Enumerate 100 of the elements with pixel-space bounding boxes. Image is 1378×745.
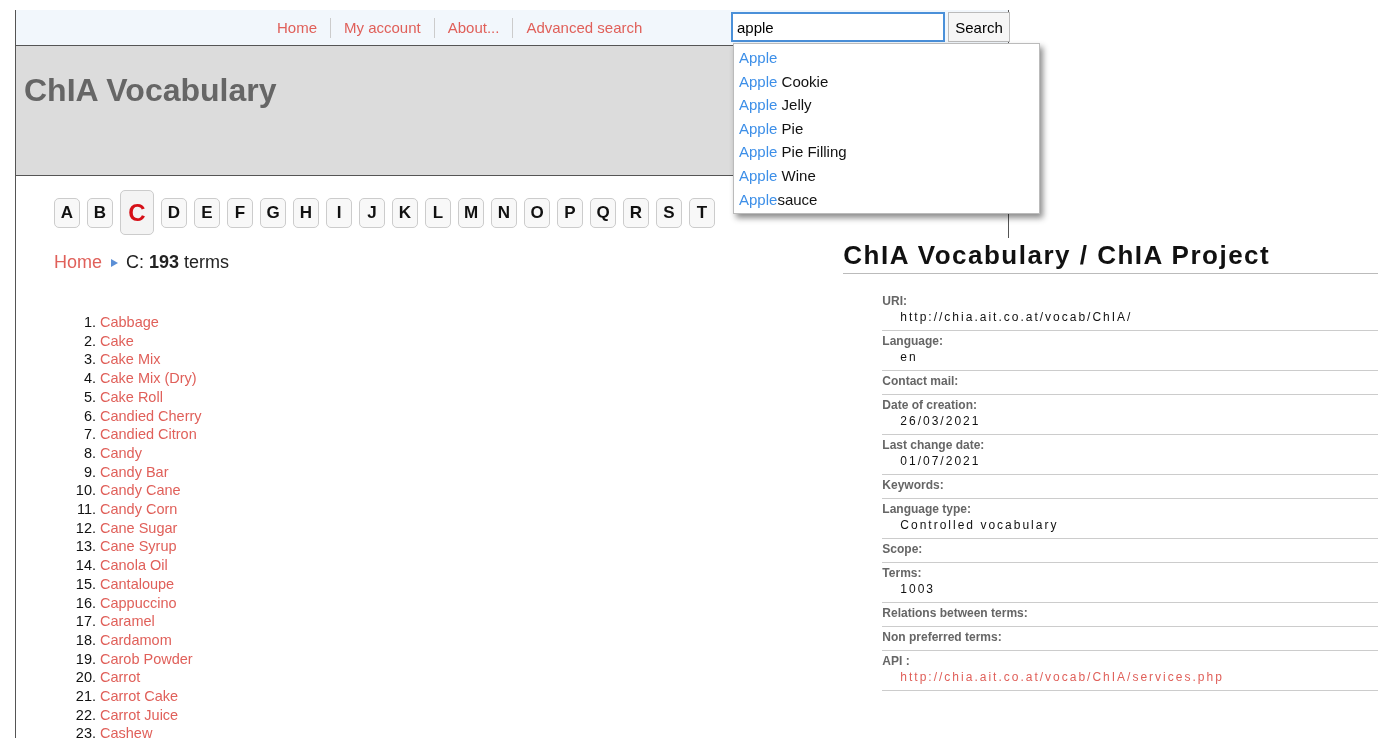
api-link[interactable]: http://chia.ait.co.at/vocab/ChIA/services.php [882,669,1224,685]
term-number: 11. [75,500,97,519]
letter-tab[interactable]: T [689,198,715,228]
breadcrumb-home-link[interactable]: Home [54,252,102,273]
letter-tab[interactable]: N [491,198,517,228]
term-number: 23. [74,724,97,744]
field-label: Language type: [882,502,973,517]
term-link[interactable]: Carrot Juice [100,705,179,725]
field-value: 1003 [899,581,936,597]
term-number: 5. [82,387,97,407]
term-number: 15. [74,574,97,594]
term-number: 1. [82,313,97,332]
nav-link[interactable]: Home [264,19,330,36]
term-link[interactable]: Cake Roll [100,387,163,407]
term-number: 19. [74,649,97,669]
term-number: 12. [74,518,97,538]
term-link[interactable]: Cake Mix (Dry) [100,369,197,388]
letter-tab[interactable]: F [227,198,253,228]
term-number: 8. [82,443,97,463]
nav-link[interactable]: My account [331,19,434,36]
field-value: 26/03/2021 [899,413,981,429]
term-link[interactable]: Candy Cane [100,481,181,501]
term-link[interactable]: Carrot [100,668,141,688]
term-link[interactable]: Candied Citron [100,425,197,444]
letter-tab[interactable]: O [524,198,550,228]
term-link[interactable]: Carob Powder [100,649,193,669]
term-link[interactable]: Cardamom [100,630,172,650]
letter-tab[interactable]: K [392,198,418,228]
nav-link[interactable]: About... [434,19,513,36]
letter-tab[interactable]: S [656,198,682,228]
term-link[interactable]: Cappuccino [100,593,177,613]
term-link[interactable]: Candy Corn [100,500,178,519]
breadcrumb-current: C: 193 terms [126,252,230,273]
term-link[interactable]: Candied Cherry [100,406,202,426]
term-link[interactable]: Caramel [100,612,155,631]
field-label: Date of creation: [882,398,979,413]
letter-tab[interactable]: Q [590,198,616,228]
field-value: 01/07/2021 [899,453,981,469]
term-link[interactable]: Candy [100,443,142,463]
letter-tab[interactable]: H [293,198,319,228]
field-label: Relations between terms: [882,606,1029,621]
letter-tab[interactable]: L [425,198,451,228]
field-label: Last change date: [882,438,986,453]
field-value: en [899,349,918,365]
letter-tab[interactable]: A [54,198,80,228]
site-title: ChIA Vocabulary [23,71,277,109]
suggestion-item[interactable]: Apple Pie Filling [734,140,1039,164]
letter-tab[interactable]: B [87,198,113,228]
suggestion-item[interactable]: Apple Wine [734,163,1039,188]
arrow-icon [110,258,118,267]
term-link[interactable]: Cashew [100,724,153,744]
letter-tab[interactable]: C [120,190,154,235]
field-value: Controlled vocabulary [899,517,1059,533]
term-number: 13. [74,537,97,557]
field-label: URI: [882,294,908,309]
term-number: 7. [82,425,97,444]
field-label: Scope: [882,542,924,557]
letter-tab[interactable]: D [161,198,187,228]
term-link[interactable]: Cake [100,331,134,351]
letter-tab[interactable]: J [359,198,385,228]
letter-tab[interactable]: M [458,198,484,228]
field-label: API : [882,654,911,669]
field-value: http://chia.ait.co.at/vocab/ChIA/ [899,309,1133,325]
letter-tab[interactable]: P [557,198,583,228]
term-link[interactable]: Cane Sugar [100,518,178,538]
suggestion-item[interactable]: Apple Cookie [734,69,1039,94]
term-number: 22. [74,705,97,725]
suggestion-item[interactable]: Apple [734,46,1039,70]
letter-tab[interactable]: G [260,198,286,228]
term-number: 3. [82,350,97,370]
term-link[interactable]: Candy Bar [100,462,169,482]
suggestion-item[interactable]: Applesauce [734,187,1039,212]
term-link[interactable]: Cabbage [100,313,159,332]
term-number: 10. [74,481,97,501]
letter-tab[interactable]: I [326,198,352,228]
term-number: 18. [74,630,97,650]
suggestion-item[interactable]: Apple Jelly [734,93,1039,117]
term-number: 9. [82,462,97,482]
term-link[interactable]: Cantaloupe [100,574,175,594]
term-link[interactable]: Canola Oil [100,556,168,575]
suggestion-item[interactable]: Apple Pie [734,116,1039,141]
field-label: Non preferred terms: [882,630,1003,645]
search-field[interactable]: apple [731,12,945,42]
field-label: Terms: [882,566,923,581]
letter-tab[interactable]: E [194,198,220,228]
term-link[interactable]: Cake Mix [100,350,161,370]
term-number: 14. [74,556,97,575]
letter-tab[interactable]: R [623,198,649,228]
field-label: Contact mail: [882,374,960,389]
term-number: 20. [74,668,97,688]
term-number: 17. [74,612,97,631]
term-number: 16. [74,593,97,613]
vocabulary-title: ChIA Vocabulary / ChIA Project [843,240,1378,274]
term-number: 21. [74,687,97,706]
search-button[interactable]: Search [948,12,1010,42]
field-label: Keywords: [882,478,945,493]
term-link[interactable]: Cane Syrup [100,537,177,557]
nav-link[interactable]: Advanced search [513,19,656,36]
term-link[interactable]: Carrot Cake [100,687,179,706]
term-number: 6. [82,406,97,426]
